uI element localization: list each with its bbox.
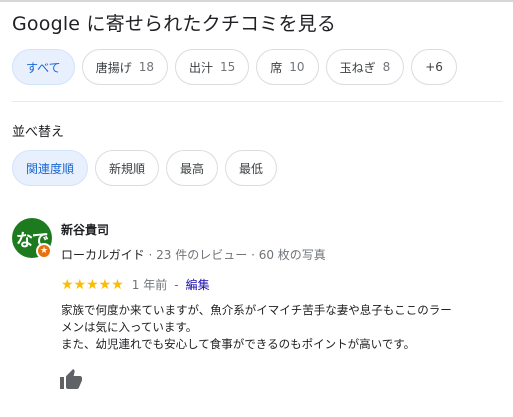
filter-chip-label: すべて xyxy=(26,60,61,75)
review-date: 1 年前 xyxy=(131,278,168,292)
filter-chip-count: 18 xyxy=(138,60,154,74)
review-text-line: また、幼児連れでも安心して食事ができるのもポイントが高いです。 xyxy=(61,337,416,351)
filter-chip-tamanegi[interactable]: 玉ねぎ 8 xyxy=(325,49,405,85)
filter-chip-count: 8 xyxy=(382,60,391,74)
sort-chip-lowest[interactable]: 最低 xyxy=(225,150,278,186)
sort-chip-label: 新規順 xyxy=(109,161,146,176)
reviewer-name[interactable]: 新谷貴司 xyxy=(61,221,109,238)
rating-separator: - xyxy=(174,277,179,292)
filter-chip-more[interactable]: +6 xyxy=(411,49,457,85)
review-text-line: メンは気に入っています。 xyxy=(61,320,198,334)
rating-row: ★★★★★ 1 年前 - 編集 xyxy=(61,276,210,293)
review-count: 23 件のレビュー xyxy=(156,248,248,262)
menu-tag-link[interactable]: 編集 xyxy=(186,276,210,293)
filter-chip-row: すべて 唐揚げ 18 出汁 15 席 10 玉ねぎ 8 +6 xyxy=(12,49,457,85)
reviewer-meta: ローカルガイド · 23 件のレビュー · 60 枚の写真 xyxy=(61,246,326,263)
star-rating: ★★★★★ xyxy=(61,276,124,293)
filter-chip-label: +6 xyxy=(425,60,443,74)
sort-chip-highest[interactable]: 最高 xyxy=(166,150,219,186)
meta-separator: · xyxy=(148,248,153,262)
filter-chip-seki[interactable]: 席 10 xyxy=(256,49,319,85)
meta-separator: · xyxy=(251,248,255,262)
sort-chip-label: 関連度順 xyxy=(26,161,75,176)
filter-chip-dashi[interactable]: 出汁 15 xyxy=(174,49,250,85)
filter-chip-label: 玉ねぎ xyxy=(339,60,376,75)
sort-chip-newest[interactable]: 新規順 xyxy=(95,150,160,186)
filter-chip-count: 10 xyxy=(289,60,305,74)
sort-chip-label: 最低 xyxy=(239,161,264,176)
local-guide-label: ローカルガイド xyxy=(61,248,145,262)
section-divider xyxy=(12,101,503,102)
star-icon: ★ xyxy=(36,243,52,259)
page-title: Google に寄せられたクチコミを見る xyxy=(12,13,337,35)
filter-chip-label: 席 xyxy=(270,60,283,75)
filter-chip-karaage[interactable]: 唐揚げ 18 xyxy=(81,49,168,85)
sort-chip-label: 最高 xyxy=(180,161,205,176)
filter-chip-all[interactable]: すべて xyxy=(12,49,75,85)
sort-chip-row: 関連度順 新規順 最高 最低 xyxy=(12,150,278,186)
filter-chip-label: 唐揚げ xyxy=(95,60,132,75)
filter-chip-count: 15 xyxy=(220,60,236,74)
filter-chip-label: 出汁 xyxy=(188,60,213,75)
photo-count: 60 枚の写真 xyxy=(258,248,326,262)
review-text-line: 家族で何度か来ていますが、魚介系がイマイチ苦手な妻や息子もここのラー xyxy=(61,303,452,317)
sort-label: 並べ替え xyxy=(12,125,65,140)
sort-chip-relevance[interactable]: 関連度順 xyxy=(12,150,89,186)
review-text: 家族で何度か来ていますが、魚介系がイマイチ苦手な妻や息子もここのラー メンは気に… xyxy=(61,302,511,353)
thumbs-up-icon[interactable] xyxy=(59,368,83,392)
top-border xyxy=(0,0,513,2)
